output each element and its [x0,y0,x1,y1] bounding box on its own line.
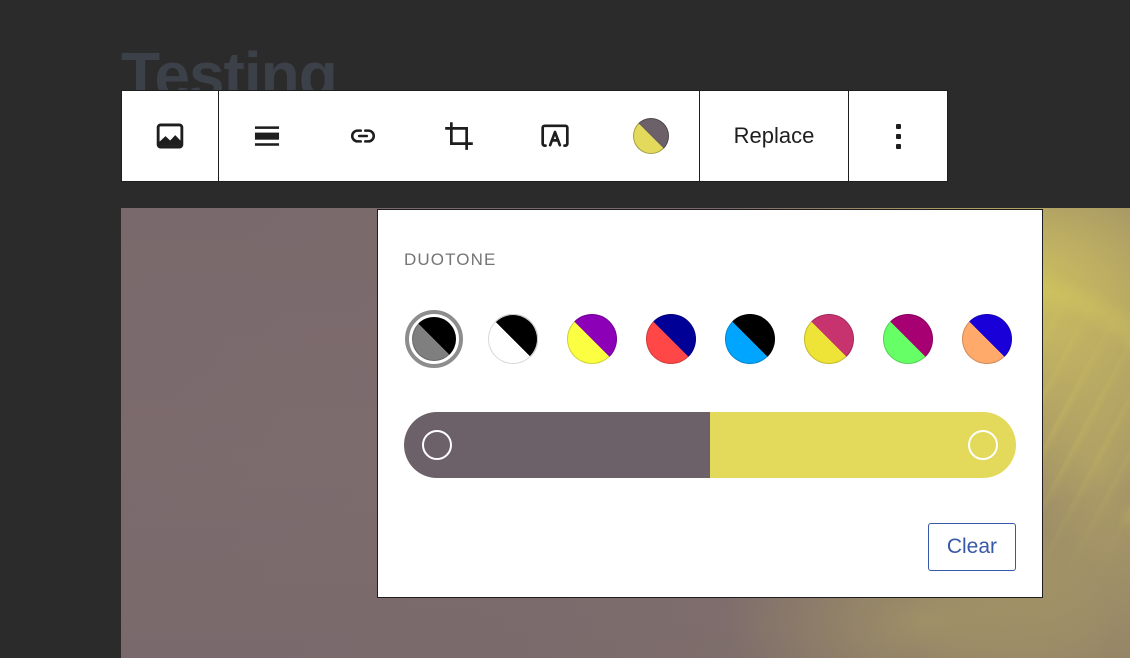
preset-disc [725,314,775,364]
add-text-icon[interactable] [507,91,603,181]
duotone-preset-purple-green[interactable] [879,310,937,368]
more-options-icon[interactable] [849,91,947,181]
duotone-preset-dark-grayscale[interactable] [405,310,463,368]
duotone-chip [633,118,669,154]
preset-disc [883,314,933,364]
clear-button[interactable]: Clear [927,523,1016,571]
slider-handle-shadow-stop[interactable] [422,430,452,460]
image-icon[interactable] [122,91,218,181]
duotone-preset-list [404,310,1016,368]
preset-disc [962,314,1012,364]
toolbar-group-block-tools [218,91,699,181]
popover-footer: Clear [404,523,1016,571]
slider-handle-highlight-stop[interactable] [968,430,998,460]
duotone-preset-purple-yellow[interactable] [563,310,621,368]
slider-segment-highlight-stop [710,412,1016,478]
kebab-dots [895,123,901,149]
duotone-preset-magenta-yellow[interactable] [800,310,858,368]
duotone-preset-blue-orange[interactable] [958,310,1016,368]
block-toolbar: Replace [121,90,948,182]
duotone-color-stops-slider[interactable] [404,412,1016,478]
replace-button[interactable]: Replace [700,91,848,181]
duotone-popover: DUOTONE Clear [377,209,1043,598]
preset-disc [646,314,696,364]
preset-disc [567,314,617,364]
toolbar-group-block-type [122,91,218,181]
preset-disc [412,317,456,361]
slider-segment-shadow-stop [404,412,710,478]
duotone-preset-grayscale[interactable] [484,310,542,368]
align-center-icon[interactable] [219,91,315,181]
duotone-title: DUOTONE [404,250,497,269]
duotone-preset-blue-red[interactable] [642,310,700,368]
preset-disc [488,314,538,364]
duotone-icon[interactable] [603,91,699,181]
link-icon[interactable] [315,91,411,181]
crop-icon[interactable] [411,91,507,181]
toolbar-group-replace: Replace [699,91,848,181]
toolbar-group-more [848,91,947,181]
duotone-preset-midnight[interactable] [721,310,779,368]
preset-disc [804,314,854,364]
